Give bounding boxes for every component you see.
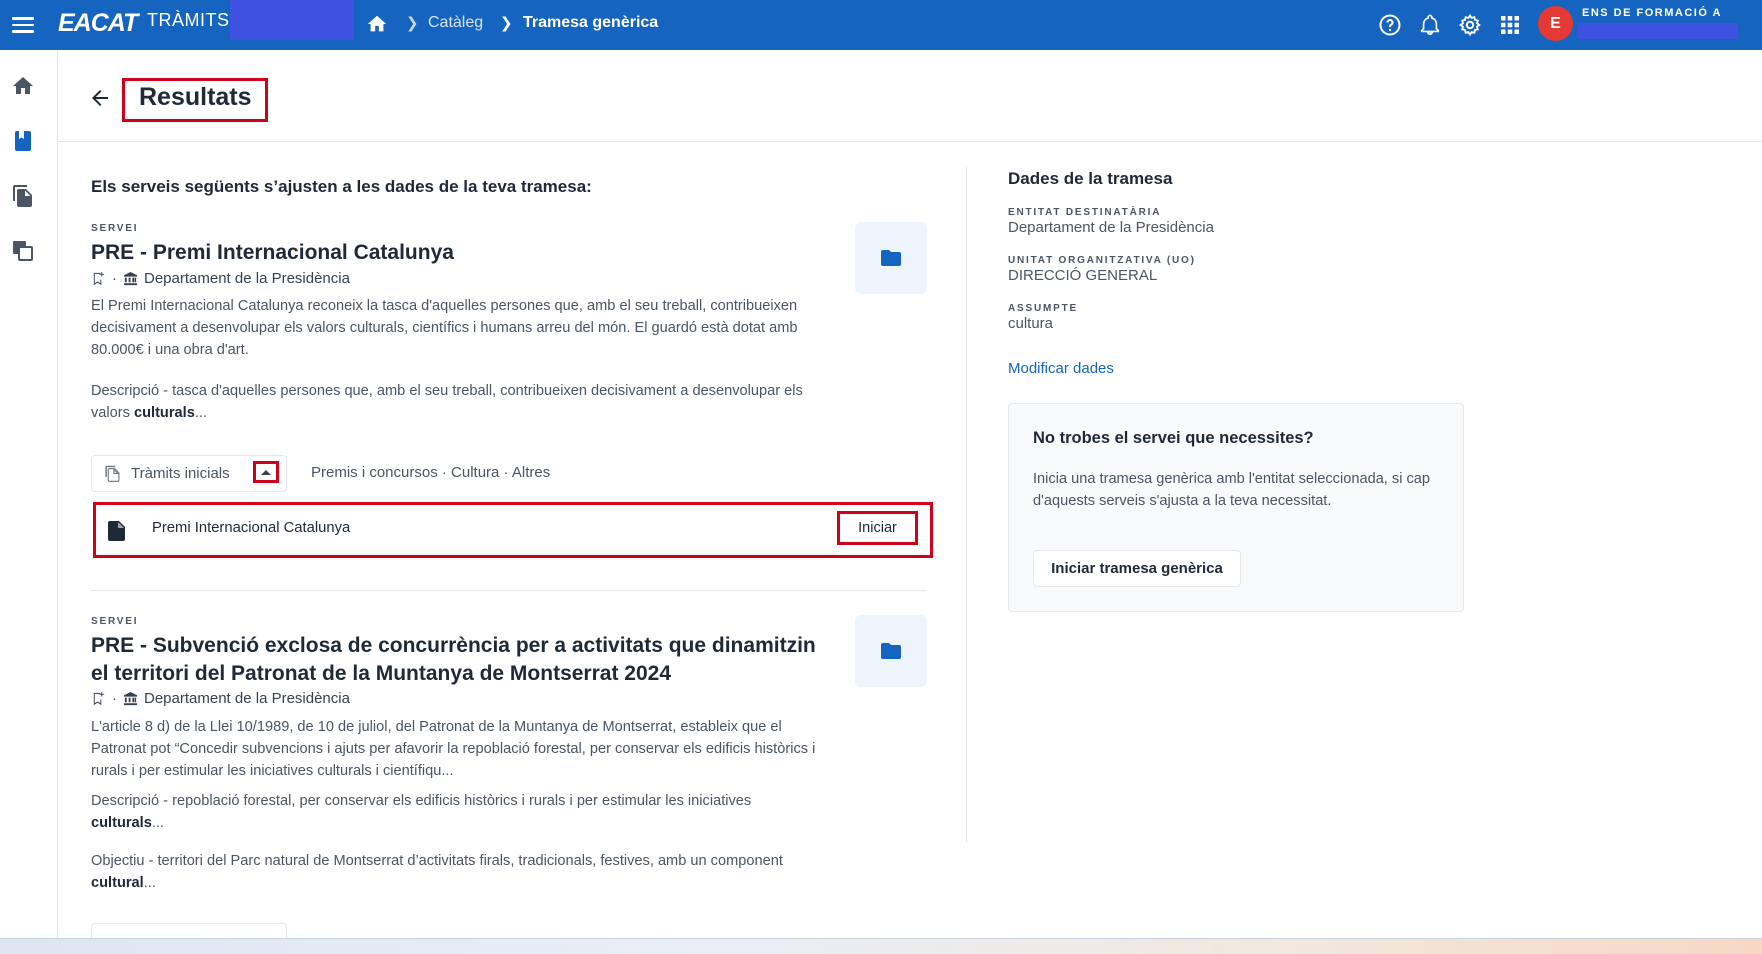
chevron-up-icon[interactable] xyxy=(253,461,279,483)
column-divider xyxy=(966,167,967,842)
institution-icon xyxy=(123,271,138,286)
service-meta: · Departament de la Presidència xyxy=(91,690,350,707)
service-description: L'article 8 d) de la Llei 10/1989, de 10… xyxy=(91,719,816,779)
field-value-entitat: Departament de la Presidència xyxy=(1008,219,1214,236)
service-description-summary: Descripció - repoblació forestal, per co… xyxy=(91,793,752,831)
breadcrumb-current: Tramesa genèrica xyxy=(523,14,659,31)
folder-icon[interactable] xyxy=(855,615,927,687)
bookmark-add-icon[interactable] xyxy=(91,271,106,286)
modify-data-link[interactable]: Modificar dades xyxy=(1008,360,1114,377)
app-logo[interactable]: EACAT xyxy=(58,9,138,38)
taskbar-strip xyxy=(0,938,1762,954)
avatar[interactable]: E xyxy=(1538,6,1573,41)
back-arrow-icon[interactable] xyxy=(88,86,112,110)
highlight-box-title xyxy=(122,78,268,122)
app-logo-subtitle: TRÀMITS xyxy=(147,10,230,30)
gear-icon[interactable] xyxy=(1457,12,1483,38)
tramit-name: Premi Internacional Catalunya xyxy=(152,520,351,536)
help-icon[interactable] xyxy=(1377,12,1403,38)
help-title: No trobes el servei que necessites? xyxy=(1033,429,1314,447)
left-sidebar xyxy=(0,50,58,938)
field-label-entitat: ENTITAT DESTINATÀRIA xyxy=(1008,207,1162,218)
breadcrumb-cataleg[interactable]: Catàleg xyxy=(428,14,483,32)
documents-icon xyxy=(105,465,120,482)
user-organization[interactable]: ENS DE FORMACIÓ A xyxy=(1582,7,1722,19)
generic-submission-button[interactable]: Iniciar tramesa genèrica xyxy=(1033,550,1241,587)
top-app-bar: EACAT TRÀMITS ❯ Catàleg ❯ Tramesa genèri… xyxy=(0,0,1762,50)
service-meta: · Departament de la Presidència xyxy=(91,270,350,287)
apps-grid-icon[interactable] xyxy=(1497,12,1523,38)
institution-icon xyxy=(123,691,138,706)
service-overline: SERVEI xyxy=(91,223,139,234)
field-label-uo: UNITAT ORGANITZATIVA (UO) xyxy=(1008,255,1196,266)
iniciar-button[interactable]: Iniciar xyxy=(837,511,918,545)
tramits-label: Tràmits inicials xyxy=(131,465,230,482)
results-intro: Els serveis següents s’ajusten a les dad… xyxy=(91,177,592,196)
help-text: Inicia una tramesa genèrica amb l'entita… xyxy=(1033,471,1431,509)
menu-icon[interactable] xyxy=(12,13,34,37)
bell-icon[interactable] xyxy=(1417,12,1443,38)
service-divider xyxy=(91,590,927,591)
meta-dot: · xyxy=(112,270,117,287)
home-icon[interactable] xyxy=(366,13,388,35)
book-icon[interactable] xyxy=(11,129,35,153)
documents-icon[interactable] xyxy=(11,184,35,208)
redacted-block xyxy=(230,0,354,40)
panel-title: Dades de la tramesa xyxy=(1008,169,1173,188)
bookmark-add-icon[interactable] xyxy=(91,691,106,706)
folder-icon[interactable] xyxy=(855,222,927,294)
service-objective: Objectiu - territori del Parc natural de… xyxy=(91,853,783,891)
meta-dot: · xyxy=(112,690,117,707)
service-tags: Premis i concursos · Cultura · Altres xyxy=(311,464,551,481)
field-value-assumpte: cultura xyxy=(1008,315,1054,332)
redacted-user-name xyxy=(1578,23,1738,39)
copy-icon[interactable] xyxy=(11,239,35,263)
service-department: Departament de la Presidència xyxy=(144,270,350,287)
service-title[interactable]: PRE - Premi Internacional Catalunya xyxy=(91,239,831,267)
service-description-summary: Descripció - tasca d'aquelles persones q… xyxy=(91,383,803,421)
field-label-assumpte: ASSUMPTE xyxy=(1008,303,1078,314)
field-value-uo: DIRECCIÓ GENERAL xyxy=(1008,267,1158,284)
header-divider xyxy=(58,141,1762,142)
home-icon[interactable] xyxy=(11,74,35,98)
tramits-inicials-toggle[interactable] xyxy=(91,923,287,938)
service-overline: SERVEI xyxy=(91,616,139,627)
service-description: El Premi Internacional Catalunya reconei… xyxy=(91,298,798,358)
breadcrumb-separator-icon: ❯ xyxy=(500,15,513,32)
service-department: Departament de la Presidència xyxy=(144,690,350,707)
breadcrumb-separator-icon: ❯ xyxy=(406,15,419,32)
service-title[interactable]: PRE - Subvenció exclosa de concurrència … xyxy=(91,632,831,688)
